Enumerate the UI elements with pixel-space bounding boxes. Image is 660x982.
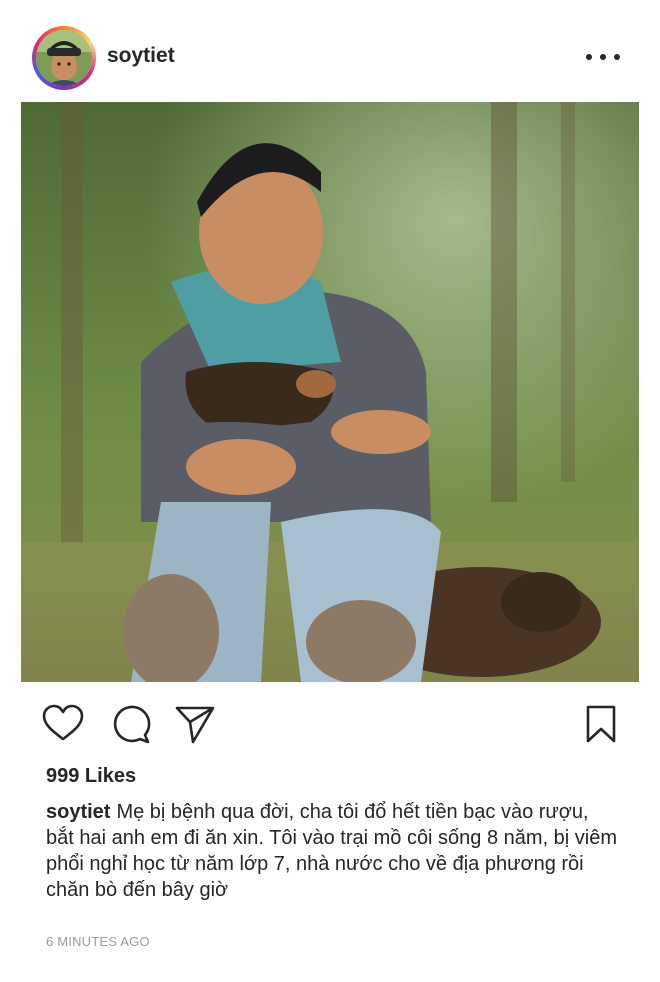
more-horizontal-icon-dot <box>600 54 606 60</box>
likes-count[interactable]: 999 Likes <box>46 764 136 788</box>
post-photo[interactable] <box>21 102 639 682</box>
avatar-story-ring[interactable] <box>32 26 96 90</box>
share-button[interactable] <box>173 702 217 746</box>
post-timestamp: 6 MINUTES AGO <box>46 934 150 949</box>
caption-username[interactable]: soytiet <box>46 801 110 823</box>
more-horizontal-icon <box>586 54 592 60</box>
post-actions-bar <box>0 696 660 752</box>
avatar[interactable] <box>36 30 92 86</box>
avatar-image <box>36 30 92 86</box>
caption-text: Mẹ bị bệnh qua đời, cha tôi đổ hết tiền … <box>46 801 618 901</box>
post-username[interactable]: soytiet <box>107 43 175 69</box>
send-icon <box>175 706 215 744</box>
post-caption: soytiet Mẹ bị bệnh qua đời, cha tôi đổ hế… <box>46 799 621 903</box>
save-button[interactable] <box>580 702 624 746</box>
more-options-button[interactable] <box>586 46 620 68</box>
more-horizontal-icon-dot <box>614 54 620 60</box>
post-header: soytiet <box>0 0 660 104</box>
comment-button[interactable] <box>109 702 153 746</box>
like-button[interactable] <box>41 702 85 746</box>
post-photo-image <box>21 102 639 682</box>
heart-icon <box>42 704 84 741</box>
comment-icon <box>113 705 151 744</box>
bookmark-icon <box>586 705 616 743</box>
